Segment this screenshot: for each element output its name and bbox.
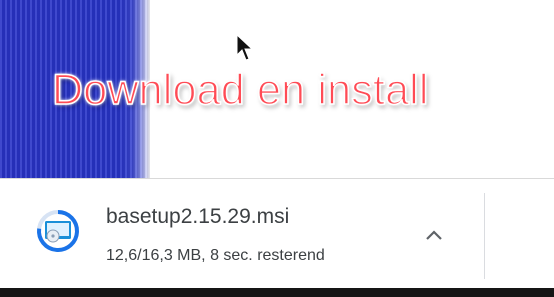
chevron-up-icon[interactable] xyxy=(420,223,448,247)
download-separator xyxy=(484,193,485,279)
overlay-title: Download en install xyxy=(51,65,429,115)
download-status: 12,6/16,3 MB, 8 sec. resterend xyxy=(106,247,325,264)
page-content-area: Download en install xyxy=(0,0,554,178)
installer-disc-icon xyxy=(37,210,79,252)
mouse-cursor-icon xyxy=(236,34,254,61)
download-filename[interactable]: basetup2.15.29.msi xyxy=(106,205,289,229)
download-shelf: basetup2.15.29.msi 12,6/16,3 MB, 8 sec. … xyxy=(0,178,554,289)
download-item[interactable]: basetup2.15.29.msi 12,6/16,3 MB, 8 sec. … xyxy=(0,179,484,289)
bottom-dark-edge xyxy=(0,288,554,297)
